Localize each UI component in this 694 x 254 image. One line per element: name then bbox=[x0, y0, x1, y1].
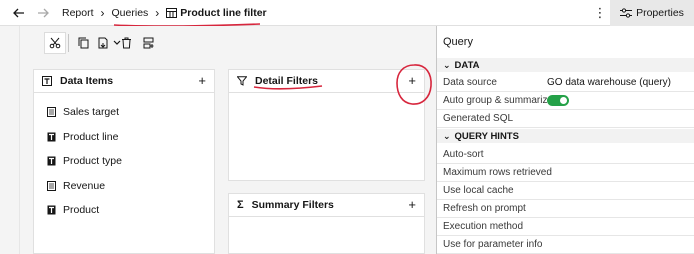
properties-tool-button[interactable] bbox=[141, 35, 157, 51]
dimension-icon bbox=[47, 205, 56, 215]
property-auto-group[interactable]: Auto group & summarize bbox=[437, 92, 694, 110]
trash-icon bbox=[121, 37, 131, 49]
data-items-title: Data Items bbox=[60, 75, 114, 87]
data-item-label: Product line bbox=[63, 130, 119, 143]
breadcrumb-queries[interactable]: Queries bbox=[112, 7, 149, 19]
property-label: Refresh on prompt bbox=[443, 202, 526, 214]
overflow-menu-icon[interactable]: ⋮ bbox=[592, 4, 608, 22]
property-label: Auto group & summarize bbox=[443, 94, 554, 106]
properties-button-label: Properties bbox=[636, 7, 684, 19]
breadcrumb: Report › Queries › Product line filter bbox=[62, 0, 267, 26]
data-item-label: Product bbox=[63, 204, 100, 217]
add-detail-filter-button[interactable]: + bbox=[408, 73, 416, 88]
dimension-icon bbox=[47, 156, 56, 166]
list-item[interactable]: Product bbox=[34, 198, 214, 223]
breadcrumb-separator-icon: › bbox=[100, 6, 105, 20]
property-label: Maximum rows retrieved bbox=[443, 166, 552, 178]
property-parameter-info[interactable]: Use for parameter info bbox=[437, 236, 694, 254]
chevron-down-icon: ⌄ bbox=[443, 59, 451, 70]
property-local-cache[interactable]: Use local cache bbox=[437, 182, 694, 200]
query-table-icon bbox=[166, 8, 178, 18]
properties-button[interactable]: Properties bbox=[610, 0, 694, 26]
left-gutter bbox=[0, 26, 20, 254]
property-label: Auto-sort bbox=[443, 148, 484, 160]
data-item-label: Product type bbox=[63, 155, 122, 168]
property-label: Use for parameter info bbox=[443, 238, 543, 250]
forward-arrow-icon[interactable] bbox=[34, 4, 52, 22]
section-data[interactable]: ⌄ DATA bbox=[437, 58, 694, 72]
settings-adjust-icon bbox=[620, 8, 633, 18]
auto-group-toggle[interactable] bbox=[547, 95, 569, 106]
summary-filters-header: Σ Summary Filters + bbox=[229, 194, 424, 217]
property-label: Generated SQL bbox=[443, 112, 514, 124]
detail-filters-panel: Detail Filters + bbox=[228, 69, 425, 181]
property-label: Use local cache bbox=[443, 184, 514, 196]
summary-filters-title: Summary Filters bbox=[251, 199, 334, 211]
property-data-source[interactable]: Data source GO data warehouse (query) bbox=[437, 74, 694, 92]
query-toolbar bbox=[20, 26, 436, 60]
property-max-rows[interactable]: Maximum rows retrieved bbox=[437, 164, 694, 182]
properties-panel-title: Query bbox=[443, 36, 473, 48]
detail-filters-title: Detail Filters bbox=[255, 75, 319, 87]
property-execution-method[interactable]: Execution method bbox=[437, 218, 694, 236]
scissors-icon bbox=[49, 37, 61, 49]
list-item[interactable]: Product type bbox=[34, 149, 214, 174]
breadcrumb-current-label: Product line filter bbox=[180, 7, 267, 19]
back-arrow-icon[interactable] bbox=[10, 4, 28, 22]
section-query-hints-label: QUERY HINTS bbox=[454, 130, 519, 142]
query-work-area: Data Items + Sales target Product line P… bbox=[20, 60, 436, 254]
sigma-icon: Σ bbox=[237, 199, 244, 211]
data-item-label: Sales target bbox=[63, 106, 120, 119]
filter-edit-icon bbox=[143, 37, 154, 49]
property-label: Data source bbox=[443, 76, 497, 88]
add-data-item-button[interactable]: + bbox=[198, 73, 206, 88]
toolbar-divider bbox=[68, 34, 69, 52]
data-item-label: Revenue bbox=[63, 179, 106, 192]
section-data-label: DATA bbox=[454, 59, 480, 71]
data-items-list: Sales target Product line Product type R… bbox=[34, 93, 214, 223]
property-generated-sql[interactable]: Generated SQL bbox=[437, 110, 694, 128]
detail-filters-header: Detail Filters + bbox=[229, 70, 424, 93]
section-query-hints[interactable]: ⌄ QUERY HINTS bbox=[437, 129, 694, 143]
measure-icon bbox=[47, 180, 56, 191]
summary-filters-panel: Σ Summary Filters + bbox=[228, 193, 425, 254]
measure-icon bbox=[47, 107, 56, 118]
breadcrumb-report[interactable]: Report bbox=[62, 7, 94, 19]
data-items-panel: Data Items + Sales target Product line P… bbox=[33, 69, 215, 254]
data-items-icon bbox=[42, 76, 52, 86]
dimension-icon bbox=[47, 132, 56, 142]
delete-button[interactable] bbox=[118, 35, 134, 51]
property-refresh-on-prompt[interactable]: Refresh on prompt bbox=[437, 200, 694, 218]
list-item[interactable]: Product line bbox=[34, 125, 214, 150]
property-auto-sort[interactable]: Auto-sort bbox=[437, 146, 694, 164]
paste-icon bbox=[98, 37, 107, 49]
property-label: Execution method bbox=[443, 220, 524, 232]
chevron-down-icon: ⌄ bbox=[443, 130, 451, 141]
copy-icon bbox=[78, 37, 88, 49]
list-item[interactable]: Revenue bbox=[34, 174, 214, 199]
list-item[interactable]: Sales target bbox=[34, 100, 214, 125]
top-bar: Report › Queries › Product line filter ⋮… bbox=[0, 0, 694, 26]
filter-icon bbox=[237, 76, 247, 86]
property-value: GO data warehouse (query) bbox=[547, 76, 671, 88]
data-items-header: Data Items + bbox=[34, 70, 214, 93]
add-summary-filter-button[interactable]: + bbox=[408, 197, 416, 212]
breadcrumb-current: Product line filter bbox=[166, 7, 267, 19]
cut-tool-button[interactable] bbox=[44, 32, 66, 54]
properties-panel: Query ⌄ DATA Data source GO data warehou… bbox=[437, 26, 694, 254]
copy-button[interactable] bbox=[75, 35, 91, 51]
breadcrumb-separator-icon: › bbox=[155, 6, 160, 20]
